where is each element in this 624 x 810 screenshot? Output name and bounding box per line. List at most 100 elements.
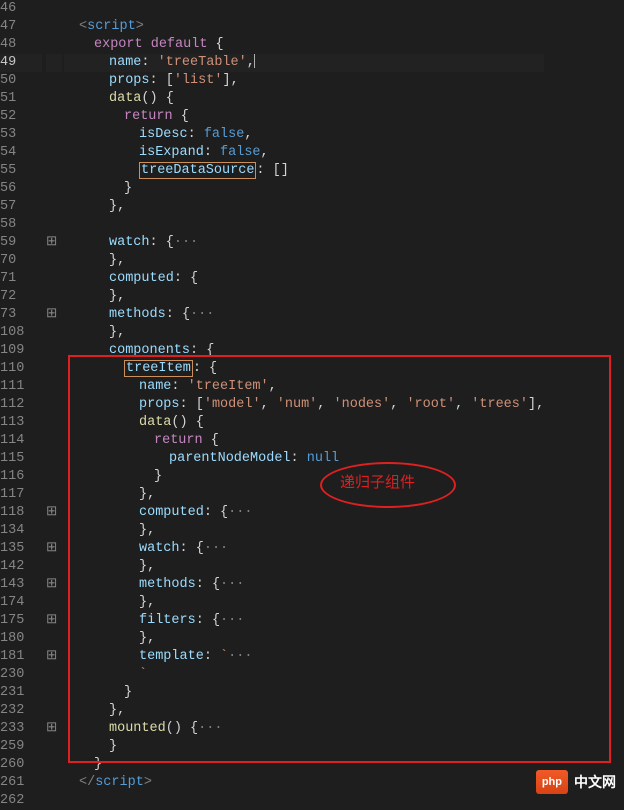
line-number: 134 [0, 522, 24, 540]
fold-toggle[interactable]: ⊞ [46, 576, 62, 594]
code-line[interactable]: }, [64, 486, 544, 504]
code-line[interactable]: filters: {··· [64, 612, 544, 630]
line-number: 117 [0, 486, 24, 504]
code-line[interactable]: }, [64, 252, 544, 270]
code-line[interactable]: }, [64, 630, 544, 648]
fold-toggle [46, 144, 62, 162]
line-number: 115 [0, 450, 24, 468]
fold-toggle [46, 414, 62, 432]
code-line[interactable]: }, [64, 324, 544, 342]
fold-toggle [46, 486, 62, 504]
code-editor[interactable]: 4647484950515253545556575859707172731081… [0, 0, 624, 810]
code-line[interactable]: name: 'treeTable', [64, 54, 544, 72]
fold-toggle [46, 522, 62, 540]
code-line[interactable] [64, 792, 544, 810]
line-number: 181 [0, 648, 24, 666]
fold-toggle [46, 684, 62, 702]
code-line[interactable]: watch: {··· [64, 234, 544, 252]
line-number: 116 [0, 468, 24, 486]
code-line[interactable]: computed: { [64, 270, 544, 288]
code-line[interactable]: data() { [64, 90, 544, 108]
code-line[interactable]: </script> [64, 774, 544, 792]
line-number: 56 [0, 180, 16, 198]
fold-toggle [46, 342, 62, 360]
fold-toggle [46, 36, 62, 54]
code-line[interactable]: }, [64, 198, 544, 216]
line-number: 260 [0, 756, 24, 774]
code-line[interactable]: props: ['list'], [64, 72, 544, 90]
fold-toggle [46, 288, 62, 306]
code-line[interactable]: name: 'treeItem', [64, 378, 544, 396]
line-number-gutter: 4647484950515253545556575859707172731081… [0, 0, 46, 810]
fold-toggle [46, 252, 62, 270]
code-line[interactable]: export default { [64, 36, 544, 54]
line-number: 49 [0, 54, 16, 72]
code-line[interactable]: watch: {··· [64, 540, 544, 558]
line-number: 46 [0, 0, 16, 18]
fold-toggle [46, 72, 62, 90]
line-number: 47 [0, 18, 16, 36]
line-number: 73 [0, 306, 16, 324]
code-line[interactable]: ` [64, 666, 544, 684]
fold-toggle [46, 756, 62, 774]
code-line[interactable]: return { [64, 108, 544, 126]
fold-toggle [46, 792, 62, 810]
code-line[interactable]: components: { [64, 342, 544, 360]
fold-toggle [46, 630, 62, 648]
fold-toggle[interactable]: ⊞ [46, 504, 62, 522]
line-number: 112 [0, 396, 24, 414]
line-number: 114 [0, 432, 24, 450]
code-line[interactable]: } [64, 468, 544, 486]
watermark-text: 中文网 [574, 773, 616, 791]
fold-toggle[interactable]: ⊞ [46, 234, 62, 252]
line-number: 174 [0, 594, 24, 612]
code-line[interactable]: treeDataSource: [] [64, 162, 544, 180]
fold-toggle[interactable]: ⊞ [46, 306, 62, 324]
code-line[interactable]: isDesc: false, [64, 126, 544, 144]
code-line[interactable]: treeItem: { [64, 360, 544, 378]
line-number: 71 [0, 270, 16, 288]
fold-toggle[interactable]: ⊞ [46, 540, 62, 558]
fold-toggle [46, 90, 62, 108]
watermark-badge: php [536, 770, 568, 794]
fold-toggle [46, 18, 62, 36]
code-line[interactable]: props: ['model', 'num', 'nodes', 'root',… [64, 396, 544, 414]
fold-toggle [46, 126, 62, 144]
code-line[interactable]: methods: {··· [64, 306, 544, 324]
code-line[interactable]: }, [64, 522, 544, 540]
line-number: 262 [0, 792, 24, 810]
code-line[interactable]: }, [64, 594, 544, 612]
code-line[interactable]: } [64, 180, 544, 198]
fold-toggle[interactable]: ⊞ [46, 612, 62, 630]
code-line[interactable]: }, [64, 558, 544, 576]
code-line[interactable]: <script> [64, 18, 544, 36]
code-line[interactable]: template: `··· [64, 648, 544, 666]
code-line[interactable]: } [64, 684, 544, 702]
code-line[interactable]: isExpand: false, [64, 144, 544, 162]
line-number: 259 [0, 738, 24, 756]
line-number: 109 [0, 342, 24, 360]
code-line[interactable]: data() { [64, 414, 544, 432]
line-number: 51 [0, 90, 16, 108]
code-line[interactable]: methods: {··· [64, 576, 544, 594]
line-number: 110 [0, 360, 24, 378]
code-line[interactable]: return { [64, 432, 544, 450]
code-line[interactable]: parentNodeModel: null [64, 450, 544, 468]
code-line[interactable]: } [64, 738, 544, 756]
code-line[interactable]: } [64, 756, 544, 774]
fold-toggle [46, 378, 62, 396]
fold-column[interactable]: ⊞ ⊞ ⊞ ⊞ ⊞ ⊞ ⊞ ⊞ [46, 0, 62, 810]
fold-toggle [46, 594, 62, 612]
code-line[interactable]: computed: {··· [64, 504, 544, 522]
line-number: 48 [0, 36, 16, 54]
code-line[interactable]: mounted() {··· [64, 720, 544, 738]
fold-toggle[interactable]: ⊞ [46, 720, 62, 738]
fold-toggle [46, 0, 62, 18]
code-content[interactable]: <script>export default {name: 'treeTable… [62, 0, 544, 810]
code-line[interactable] [64, 216, 544, 234]
code-line[interactable]: }, [64, 288, 544, 306]
fold-toggle[interactable]: ⊞ [46, 648, 62, 666]
code-line[interactable] [64, 0, 544, 18]
code-line[interactable]: }, [64, 702, 544, 720]
fold-toggle [46, 216, 62, 234]
